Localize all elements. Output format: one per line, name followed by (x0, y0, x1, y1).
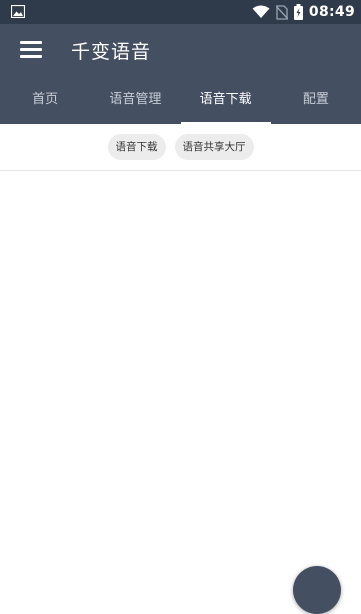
tab-home[interactable]: 首页 (0, 76, 90, 124)
status-bar: 08:49 (0, 0, 361, 24)
battery-icon (293, 4, 303, 20)
sub-tab-chips: 语音下载 语音共享大厅 (0, 124, 361, 171)
image-icon (11, 5, 25, 18)
tab-voice-management[interactable]: 语音管理 (90, 76, 180, 124)
chip-voice-download[interactable]: 语音下载 (107, 134, 166, 160)
wifi-icon (252, 5, 270, 18)
no-sim-icon (275, 4, 288, 20)
chip-voice-sharing-hall[interactable]: 语音共享大厅 (174, 134, 254, 160)
app-bar: 千变语音 (0, 24, 361, 76)
status-time: 08:49 (308, 4, 355, 20)
tab-settings[interactable]: 配置 (271, 76, 361, 124)
floating-action-button[interactable] (293, 566, 341, 614)
tab-bar: 首页 语音管理 语音下载 配置 (0, 76, 361, 124)
hamburger-menu-icon[interactable] (20, 41, 42, 59)
tab-voice-download[interactable]: 语音下载 (180, 76, 272, 124)
app-title: 千变语音 (71, 41, 152, 63)
